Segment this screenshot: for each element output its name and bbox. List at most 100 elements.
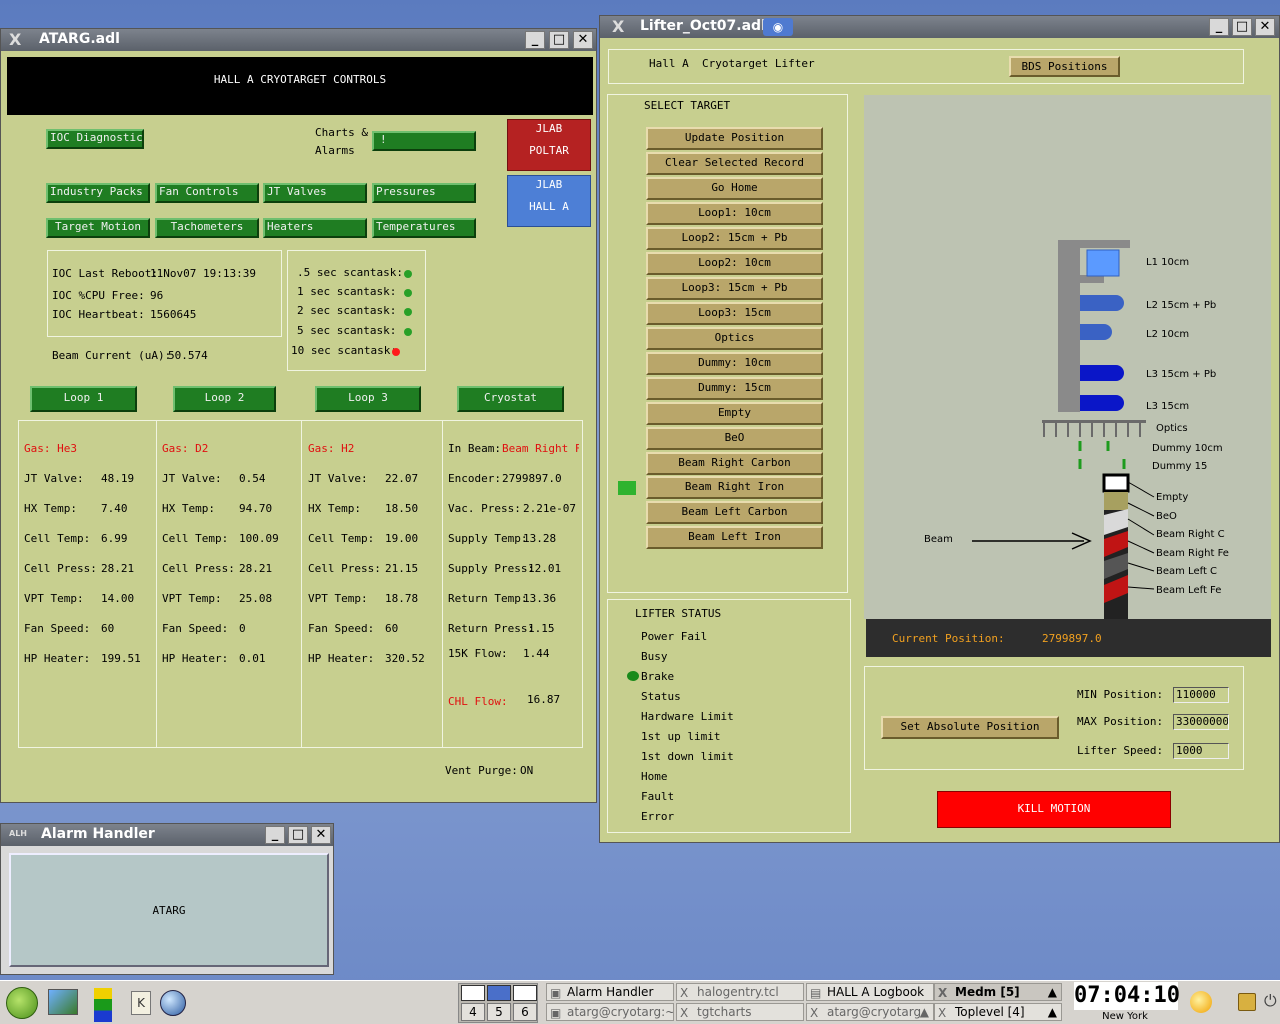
target-loop2-10cm-button[interactable]: Loop2: 10cm (646, 252, 823, 275)
loop-label: JT Valve: (308, 472, 368, 485)
target-optics-button[interactable]: Optics (646, 327, 823, 350)
status-fault: Fault (641, 790, 675, 803)
pressures-button[interactable]: Pressures (372, 183, 476, 203)
diagram-label-right-c: Beam Right C (1156, 529, 1225, 540)
target-beam-right-iron-button[interactable]: Beam Right Iron (646, 476, 823, 499)
target-empty-button[interactable]: Empty (646, 402, 823, 425)
diagram-label-l3: L3 15cm (1146, 401, 1190, 412)
target-loop1-10cm-button[interactable]: Loop1: 10cm (646, 202, 823, 225)
maximize-icon[interactable]: □ (1232, 18, 1252, 36)
workspace-1[interactable] (461, 985, 485, 1001)
heaters-button[interactable]: Heaters (263, 218, 367, 238)
beam-current-label: Beam Current (uA): (52, 349, 172, 362)
target-dummy-10cm-button[interactable]: Dummy: 10cm (646, 352, 823, 375)
cryostat-label: Return Temp: (448, 592, 528, 605)
target-loop3-15cm-pb-button[interactable]: Loop3: 15cm + Pb (646, 277, 823, 300)
atarg-titlebar[interactable]: X ATARG.adl _ □ ✕ (1, 29, 596, 51)
bds-positions-button[interactable]: BDS Positions (1009, 56, 1120, 77)
task-atarg-group[interactable]: Xatarg@cryotarg ▲ (806, 1003, 934, 1021)
cryostat-value: 1.15 (528, 622, 555, 635)
lifter-speed-field[interactable]: 1000 (1173, 743, 1229, 759)
set-absolute-position-button[interactable]: Set Absolute Position (881, 716, 1059, 739)
konqueror-icon[interactable]: K (131, 991, 151, 1015)
workspace-number: 4 (469, 1005, 477, 1019)
loop-label: Cell Temp: (308, 532, 375, 545)
workspace-6[interactable]: 6 (513, 1003, 537, 1021)
kill-motion-label: KILL MOTION (1017, 802, 1091, 815)
alarm-titlebar[interactable]: ALH Alarm Handler _ □ ✕ (1, 824, 333, 846)
max-position-field[interactable]: 33000000 (1173, 714, 1229, 730)
vent-purge-label: Vent Purge: (445, 764, 518, 777)
loop3-value: 18.50 (385, 502, 419, 515)
ioc-cpu-label: IOC %CPU Free: (52, 289, 145, 302)
lifter-titlebar[interactable]: X Lifter_Oct07.adl ◉ _ □ ✕ (600, 16, 1279, 38)
target-beam-left-carbon-button[interactable]: Beam Left Carbon (646, 501, 823, 524)
weather-sun-icon[interactable] (1190, 991, 1212, 1013)
maximize-icon[interactable]: □ (288, 826, 308, 844)
workspace-2[interactable] (487, 985, 511, 1001)
workspace-3[interactable] (513, 985, 537, 1001)
target-loop3-15cm-button[interactable]: Loop3: 15cm (646, 302, 823, 325)
target-motion-button[interactable]: Target Motion (46, 218, 150, 238)
close-icon[interactable]: ✕ (1255, 18, 1275, 36)
fan-controls-button[interactable]: Fan Controls (155, 183, 259, 203)
minimize-icon[interactable]: _ (265, 826, 285, 844)
min-position-field[interactable]: 110000 (1173, 687, 1229, 703)
loop-label: HX Temp: (24, 502, 77, 515)
status-status: Status (641, 690, 681, 703)
monitor-icon[interactable] (94, 988, 112, 1022)
loop1-value: 14.00 (101, 592, 135, 605)
x-app-icon: X (938, 986, 948, 1000)
minimize-icon[interactable]: _ (525, 31, 545, 49)
tachometers-button[interactable]: Tachometers (155, 218, 259, 238)
maximize-icon[interactable]: □ (549, 31, 569, 49)
selected-target-indicator (618, 481, 636, 495)
suse-menu-icon[interactable] (6, 987, 38, 1019)
task-medm-group[interactable]: X Medm [5] ▲ (934, 983, 1062, 1001)
target-beam-left-iron-button[interactable]: Beam Left Iron (646, 526, 823, 549)
loop1-button[interactable]: Loop 1 (30, 386, 137, 412)
workspace-4[interactable]: 4 (461, 1003, 485, 1021)
loop2-button[interactable]: Loop 2 (173, 386, 276, 412)
beo-target (1104, 492, 1128, 510)
ioc-diagnostics-button[interactable]: IOC Diagnostics (46, 129, 144, 149)
close-icon[interactable]: ✕ (573, 31, 593, 49)
task-halogentry[interactable]: Xhalogentry.tcl (676, 983, 804, 1001)
workspace-5[interactable]: 5 (487, 1003, 511, 1021)
target-beam-right-carbon-button[interactable]: Beam Right Carbon (646, 452, 823, 475)
temperatures-button[interactable]: Temperatures (372, 218, 476, 238)
lifter-speed-label: Lifter Speed: (1077, 744, 1164, 757)
clear-selected-record-button[interactable]: Clear Selected Record (646, 152, 823, 175)
go-home-button[interactable]: Go Home (646, 177, 823, 200)
browser-globe-icon[interactable] (160, 990, 186, 1016)
cryostat-button[interactable]: Cryostat (457, 386, 564, 412)
target-beo-button[interactable]: BeO (646, 427, 823, 450)
task-toplevel-group[interactable]: X Toplevel [4] ▲ (934, 1003, 1062, 1021)
clock[interactable]: 07:04:10 New York (1070, 982, 1180, 1024)
target-loop2-15cm-pb-button[interactable]: Loop2: 15cm + Pb (646, 227, 823, 250)
update-position-button[interactable]: Update Position (646, 127, 823, 150)
task-alarm-handler[interactable]: ▣ Alarm Handler (546, 983, 674, 1001)
status-home: Home (641, 770, 668, 783)
loop1-10cm-cell (1086, 249, 1120, 277)
task-hall-a-logbook[interactable]: ▤ HALL A Logbook (806, 983, 934, 1001)
lock-icon[interactable] (1238, 993, 1256, 1011)
loop3-button[interactable]: Loop 3 (315, 386, 421, 412)
charts-alarms-button[interactable]: ! (372, 131, 476, 151)
loop3-value: 60 (385, 622, 399, 635)
logout-icon[interactable]: ⏻ (1264, 991, 1277, 1013)
minimize-icon[interactable]: _ (1209, 18, 1229, 36)
jt-valves-button[interactable]: JT Valves (263, 183, 367, 203)
alarm-group-label: ATARG (152, 904, 186, 917)
desktop-icon[interactable] (48, 989, 78, 1015)
target-dummy-15cm-button[interactable]: Dummy: 15cm (646, 377, 823, 400)
close-icon[interactable]: ✕ (311, 826, 331, 844)
clock-time: 07:04:10 (1074, 982, 1180, 1010)
task-terminal[interactable]: ▣ atarg@cryotarg:~ (546, 1003, 674, 1021)
industry-packs-button[interactable]: Industry Packs (46, 183, 150, 203)
loop-label: Cell Temp: (162, 532, 229, 545)
diagram-label-l3-pb: L3 15cm + Pb (1146, 369, 1217, 380)
window-title: Lifter_Oct07.adl (640, 18, 766, 34)
task-tgtcharts[interactable]: Xtgtcharts (676, 1003, 804, 1021)
loop-label: JT Valve: (24, 472, 84, 485)
